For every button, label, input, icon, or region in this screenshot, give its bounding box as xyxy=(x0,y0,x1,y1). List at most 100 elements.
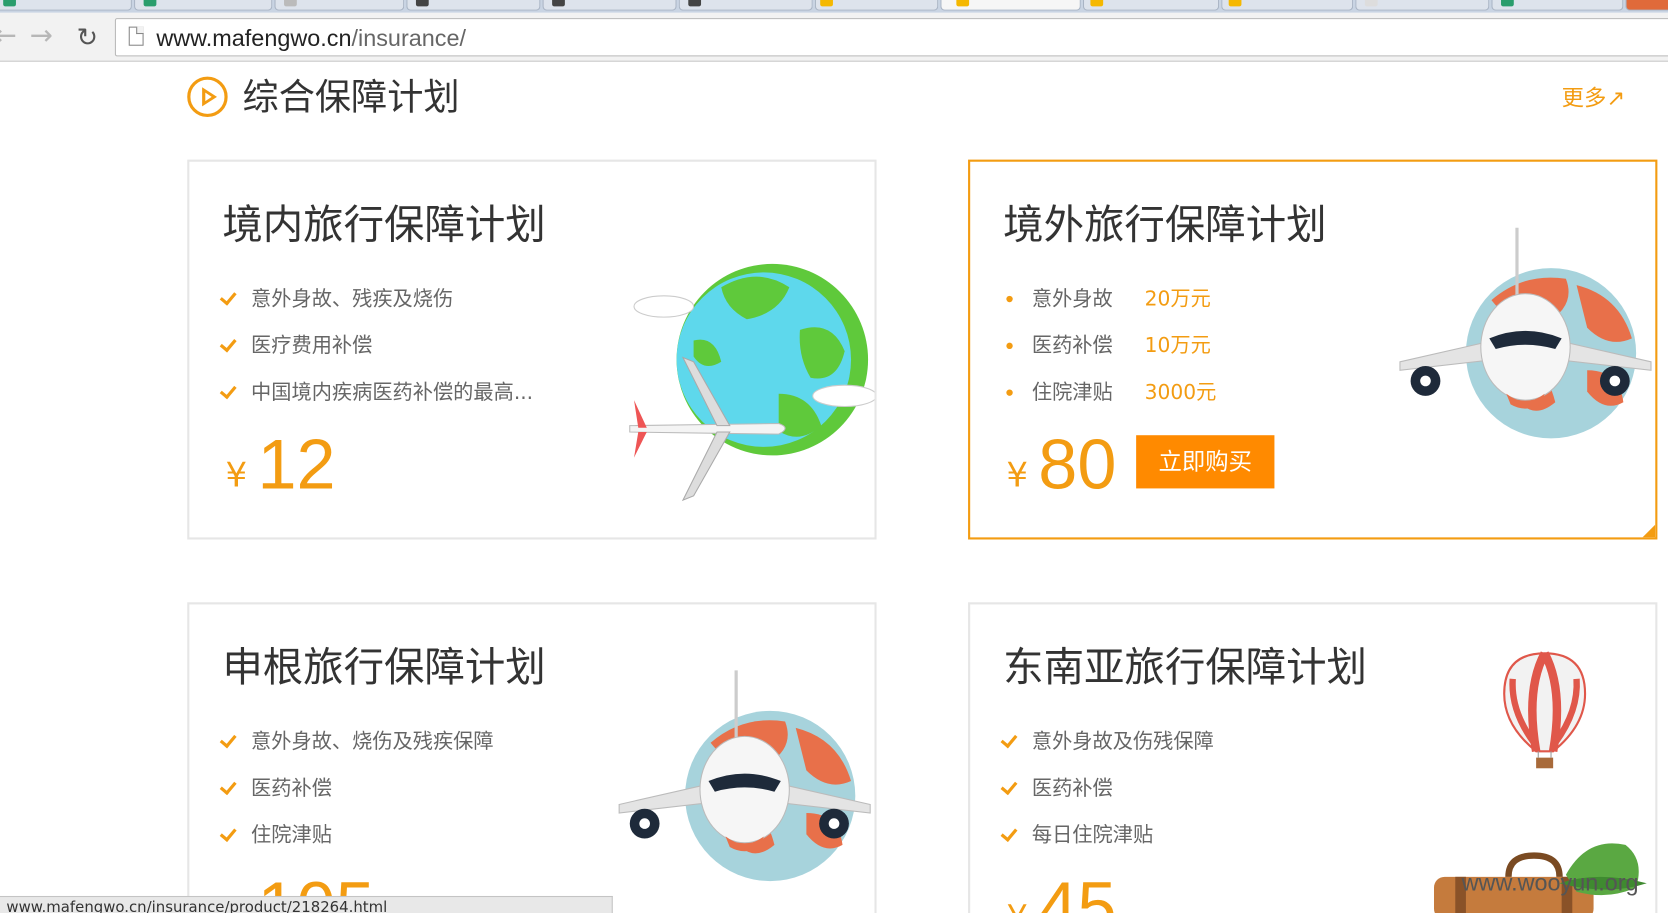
price-amount: 45 xyxy=(1038,867,1117,913)
feature-list: 意外身故及伤残保障 医药补偿 每日住院津贴 xyxy=(1002,724,1214,864)
browser-tab[interactable] xyxy=(1355,0,1490,11)
check-icon xyxy=(1002,779,1017,794)
reload-icon[interactable]: ↻ xyxy=(77,22,98,52)
bullet-dot-icon xyxy=(1006,295,1013,303)
tab-favicon-icon xyxy=(1501,0,1514,7)
check-icon xyxy=(1002,826,1017,841)
feature-item: 意外身故 20万元 xyxy=(1002,281,1211,328)
check-icon xyxy=(221,732,236,747)
airplane-globe-illustration xyxy=(618,670,871,882)
feature-value: 10万元 xyxy=(1144,334,1211,358)
address-bar[interactable]: www.mafengwo.cn/insurance/ xyxy=(114,18,1668,57)
check-icon xyxy=(221,289,236,304)
url-host: www.mafengwo.cn xyxy=(156,24,352,52)
currency-symbol: ¥ xyxy=(1006,454,1029,495)
feature-label: 意外身故及伤残保障 xyxy=(1031,729,1214,754)
feature-item: 意外身故、残疾及烧伤 xyxy=(221,281,533,328)
plan-title: 境外旅行保障计划 xyxy=(1003,201,1327,248)
feature-item: 医疗费用补偿 xyxy=(221,328,533,375)
check-icon xyxy=(221,826,236,841)
globe-plane-illustration xyxy=(629,263,875,502)
play-circle-icon xyxy=(187,76,228,118)
bullet-dot-icon xyxy=(1006,389,1013,396)
browser-tab[interactable] xyxy=(814,0,939,11)
plan-title: 申根旅行保障计划 xyxy=(222,643,546,691)
feature-value: 20万元 xyxy=(1144,287,1211,311)
feature-list: 意外身故、烧伤及残疾保障 医药补偿 住院津贴 xyxy=(221,724,494,864)
feature-label: 医药补偿 xyxy=(1031,776,1113,801)
tab-favicon-icon xyxy=(1364,0,1378,7)
browser-tab[interactable] xyxy=(134,0,273,11)
browser-toolbar: ← → ↻ www.mafengwo.cn/insurance/ xyxy=(0,12,1668,62)
tab-favicon-icon xyxy=(3,0,16,7)
browser-tab[interactable] xyxy=(0,0,132,11)
feature-item: 住院津贴 xyxy=(221,817,493,864)
feature-label: 意外身故 xyxy=(1031,287,1113,311)
price-amount: 12 xyxy=(257,424,336,504)
url-text[interactable]: www.mafengwo.cn/insurance/ xyxy=(156,22,466,54)
check-icon xyxy=(221,383,236,398)
feature-label: 住院津贴 xyxy=(251,823,332,848)
tab-favicon-icon xyxy=(284,0,297,7)
airplane-globe-illustration xyxy=(1399,227,1652,439)
browser-tab[interactable] xyxy=(542,0,677,11)
feature-item: 住院津贴 3000元 xyxy=(1002,375,1216,422)
tab-favicon-icon xyxy=(1090,0,1104,7)
buy-now-button[interactable]: 立即购买 xyxy=(1136,435,1275,489)
tab-favicon-icon xyxy=(820,0,833,7)
tab-favicon-icon xyxy=(552,0,565,7)
tab-favicon-icon xyxy=(956,0,970,7)
feature-list: 意外身故、残疾及烧伤 医疗费用补偿 中国境内疾病医药补偿的最高... xyxy=(221,281,533,421)
feature-label: 每日住院津贴 xyxy=(1031,823,1154,848)
feature-label: 医药补偿 xyxy=(1031,334,1113,358)
forward-icon[interactable]: → xyxy=(30,21,53,51)
check-icon xyxy=(221,336,236,351)
feature-label: 医药补偿 xyxy=(251,776,332,801)
feature-list: 意外身故 20万元 医药补偿 10万元 住院津贴 3000元 xyxy=(1002,281,1216,422)
more-link[interactable]: 更多↗ xyxy=(1562,83,1625,113)
watermark: www.wooyun.org xyxy=(1461,869,1639,896)
new-tab-button[interactable] xyxy=(1625,0,1668,11)
feature-item: 医药补偿 xyxy=(221,770,493,817)
plan-card-domestic[interactable]: 境内旅行保障计划 意外身故、残疾及烧伤 医疗费用补偿 中国境内疾病医药补偿的最高… xyxy=(187,159,877,540)
check-icon xyxy=(1002,732,1017,747)
corner-marker xyxy=(1642,524,1656,538)
feature-label: 医疗费用补偿 xyxy=(251,334,373,358)
feature-item: 中国境内疾病医药补偿的最高... xyxy=(221,375,533,422)
feature-label: 意外身故、烧伤及残疾保障 xyxy=(251,729,494,754)
browser-tab[interactable] xyxy=(274,0,405,11)
plan-card-southeast-asia[interactable]: 东南亚旅行保障计划 意外身故及伤残保障 医药补偿 每日住院津贴 ¥ 45 xyxy=(968,602,1658,913)
feature-item: 医药补偿 10万元 xyxy=(1002,328,1211,375)
tab-strip xyxy=(0,0,1668,13)
tab-favicon-icon xyxy=(1228,0,1242,7)
bullet-dot-icon xyxy=(1006,342,1013,350)
plan-title: 东南亚旅行保障计划 xyxy=(1003,643,1367,691)
feature-item: 医药补偿 xyxy=(1002,770,1214,817)
tab-favicon-icon xyxy=(688,0,702,7)
feature-label: 住院津贴 xyxy=(1031,380,1113,405)
feature-item: 意外身故及伤残保障 xyxy=(1002,724,1214,771)
price-amount: 80 xyxy=(1038,424,1117,504)
tab-favicon-icon xyxy=(415,0,429,7)
feature-label: 意外身故、残疾及烧伤 xyxy=(251,287,454,311)
plan-card-schengen[interactable]: 申根旅行保障计划 意外身故、烧伤及残疾保障 医药补偿 住院津贴 ¥ 105 xyxy=(187,602,877,913)
check-icon xyxy=(221,779,236,794)
section-title: 综合保障计划 xyxy=(242,76,460,120)
back-icon[interactable]: ← xyxy=(0,21,17,51)
browser-tab[interactable] xyxy=(1221,0,1354,11)
browser-tab[interactable] xyxy=(1082,0,1220,11)
feature-label: 中国境内疾病医药补偿的最高... xyxy=(251,380,534,405)
tab-favicon-icon xyxy=(143,0,157,7)
browser-tab[interactable] xyxy=(1491,0,1624,11)
browser-tab-active[interactable] xyxy=(940,0,1081,11)
feature-value: 3000元 xyxy=(1144,380,1217,405)
page-icon xyxy=(128,26,144,46)
status-bar: www.mafengwo.cn/insurance/product/218264… xyxy=(0,895,613,913)
currency-symbol: ¥ xyxy=(1006,896,1028,913)
currency-symbol: ¥ xyxy=(225,454,248,495)
browser-tab[interactable] xyxy=(406,0,541,11)
browser-tab[interactable] xyxy=(678,0,813,11)
url-path: /insurance/ xyxy=(351,24,466,52)
plan-title: 境内旅行保障计划 xyxy=(222,201,546,248)
plan-card-overseas[interactable]: 境外旅行保障计划 意外身故 20万元 医药补偿 10万元 住院津贴 3000元 ¥ 8… xyxy=(968,159,1658,540)
